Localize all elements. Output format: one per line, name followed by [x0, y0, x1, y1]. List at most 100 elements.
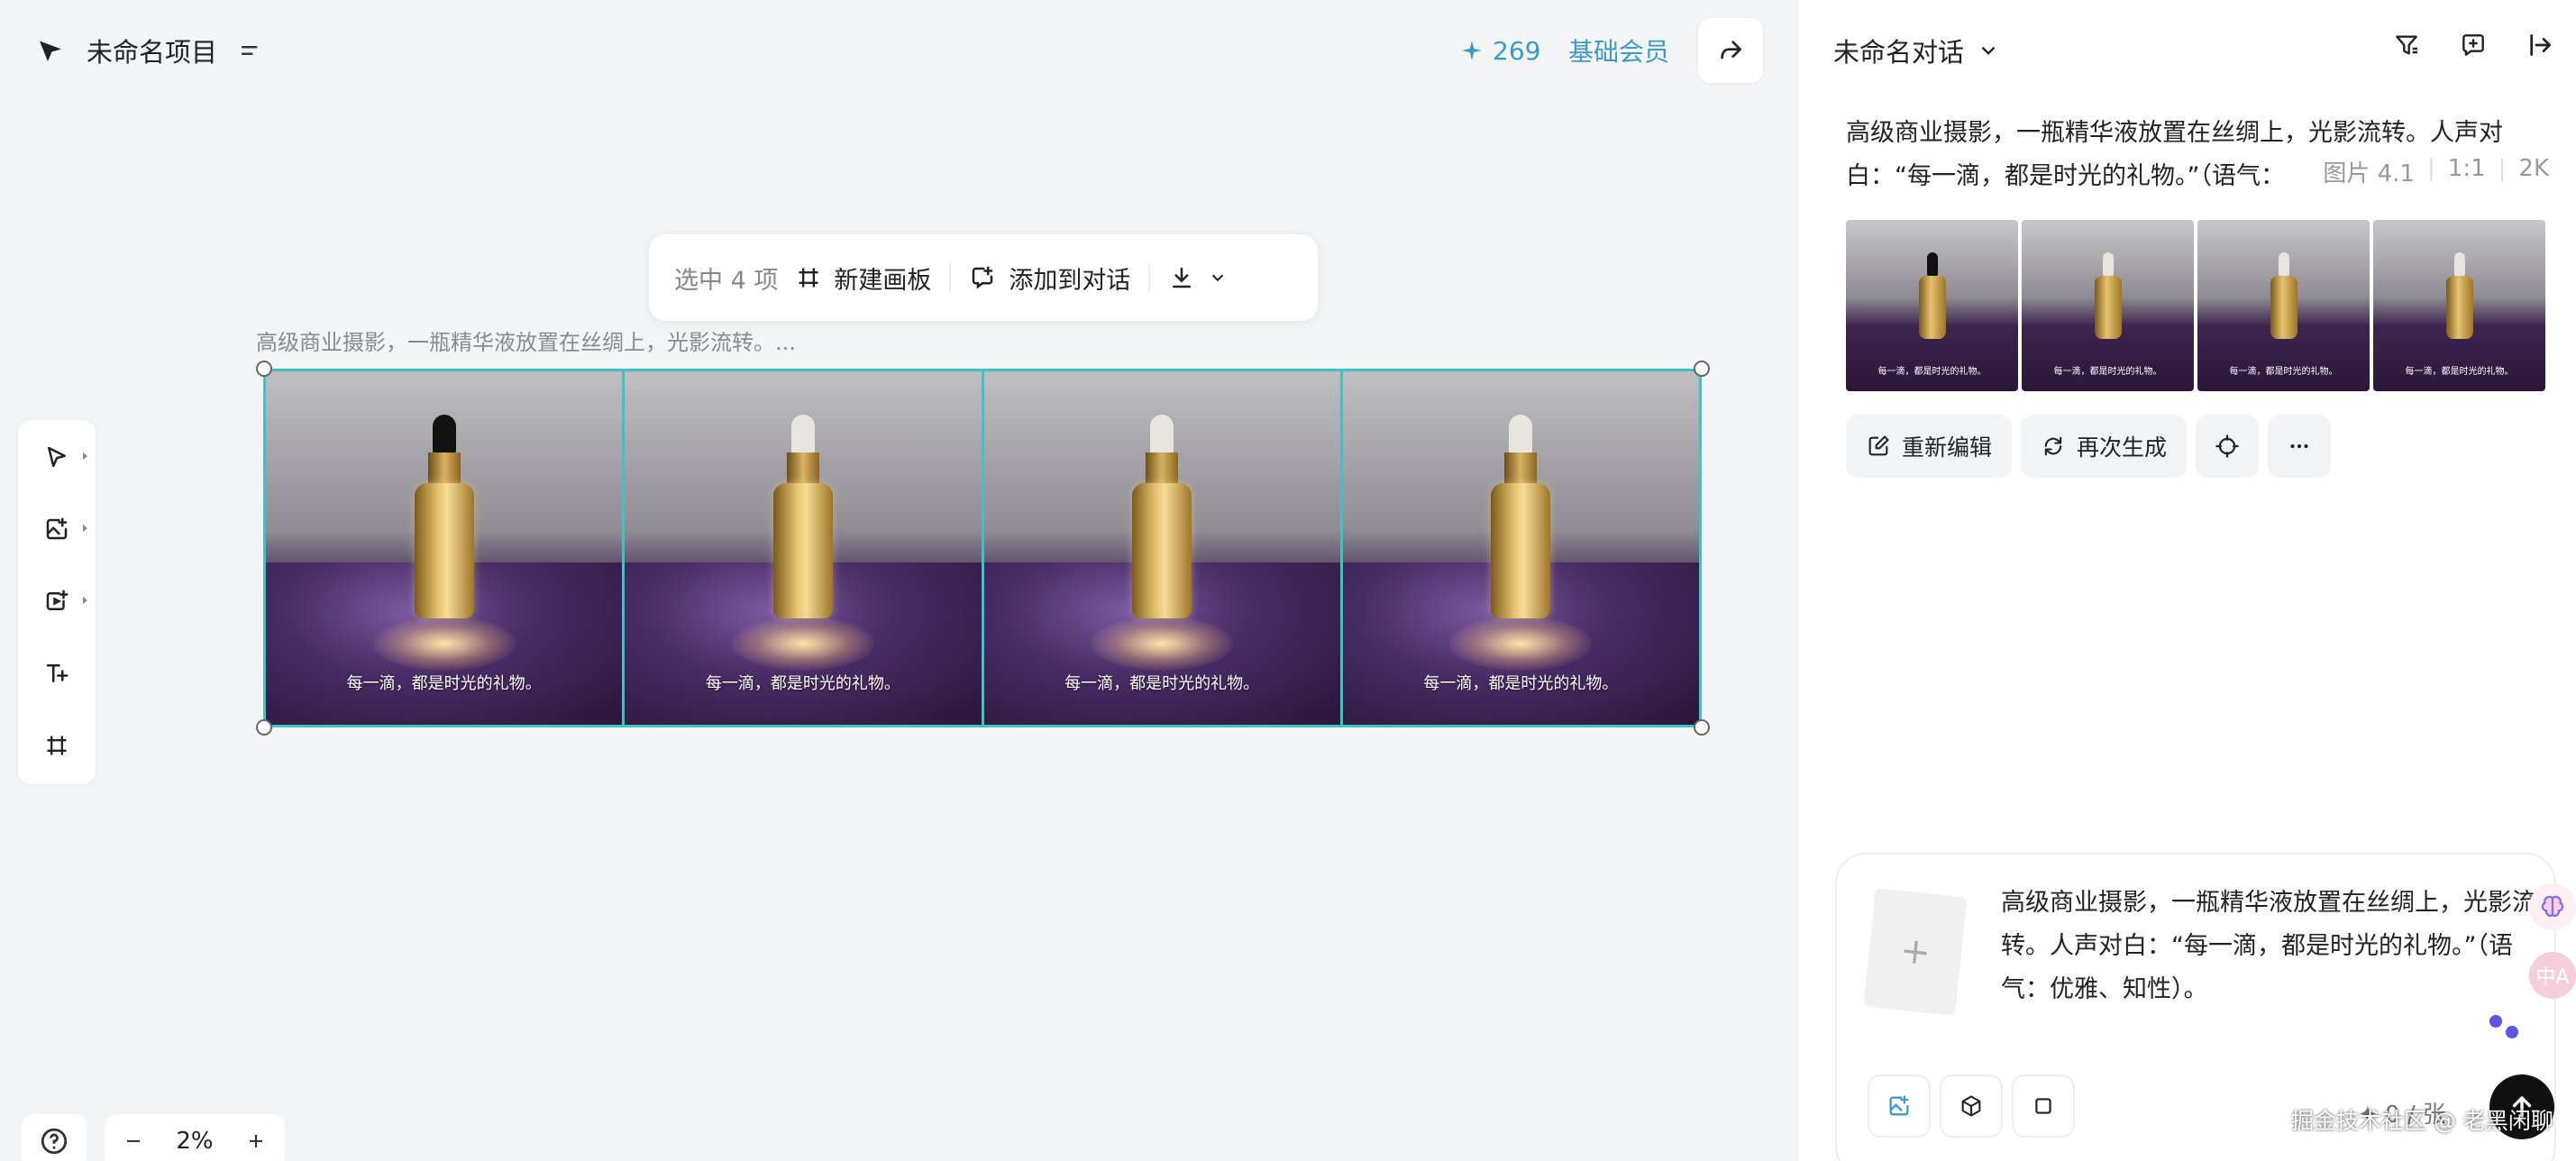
- locate-button[interactable]: [2196, 415, 2260, 478]
- re-edit-button[interactable]: 重新编辑: [1846, 415, 2013, 478]
- image-group[interactable]: 每一滴，都是时光的礼物。 每一滴，都是时光的礼物。 每一滴，都是时光的礼物。 每…: [263, 369, 1702, 727]
- filter-icon[interactable]: [2392, 31, 2421, 59]
- meta-divider: |: [2427, 155, 2435, 182]
- panel-actions: [2392, 31, 2554, 59]
- video-tool[interactable]: [37, 582, 87, 620]
- bottle-neck: [1504, 453, 1538, 483]
- frame-tool[interactable]: [37, 727, 77, 764]
- bottle-neck: [1146, 453, 1179, 483]
- new-chat-icon[interactable]: [2459, 31, 2488, 59]
- brain-icon: [2537, 891, 2568, 922]
- dropper-cap: [2453, 252, 2465, 276]
- zoom-out-icon[interactable]: [123, 1130, 144, 1152]
- new-board-button[interactable]: 新建画板: [796, 261, 931, 296]
- ratio-select-button[interactable]: [2012, 1074, 2075, 1138]
- chevron-down-icon: [1977, 39, 2000, 62]
- dropper-cap: [2102, 252, 2114, 276]
- image-add-icon: [43, 516, 70, 543]
- toolbar-divider: [1148, 262, 1151, 293]
- serum-bottle: [1132, 483, 1192, 618]
- resize-handle-bottom-right[interactable]: [1694, 719, 1710, 736]
- dropper-cap: [790, 415, 815, 454]
- share-button[interactable]: [1698, 18, 1763, 83]
- cube-icon: [1959, 1093, 1984, 1119]
- resolution-label: 2K: [2518, 155, 2549, 182]
- membership-link[interactable]: 基础会员: [1568, 32, 1669, 69]
- thumbnail-text: 每一滴，都是时光的礼物。: [2229, 367, 2338, 377]
- image-tool[interactable]: [37, 510, 87, 548]
- dropper-cap: [1150, 415, 1174, 454]
- caret-icon: [83, 597, 87, 604]
- light-glow: [372, 617, 516, 671]
- collapse-panel-icon[interactable]: [2526, 31, 2554, 59]
- regenerate-button[interactable]: 再次生成: [2021, 415, 2188, 478]
- result-thumbnail[interactable]: 每一滴，都是时光的礼物。: [1846, 220, 2018, 391]
- light-glow: [1449, 617, 1593, 671]
- cursor-icon: [43, 443, 70, 471]
- canvas-image[interactable]: 每一滴，都是时光的礼物。: [1342, 371, 1699, 725]
- canvas-area[interactable]: 未命名项目 269 基础会员 选中 4 项 新建画板 添加到对话 高级商业摄影，…: [0, 0, 1799, 1161]
- sparkle-icon: [1460, 39, 1484, 62]
- download-button[interactable]: [1168, 264, 1228, 291]
- regenerate-label: 再次生成: [2077, 434, 2168, 461]
- canvas-image[interactable]: 每一滴，都是时光的礼物。: [266, 371, 626, 725]
- toolbar-divider: [949, 262, 952, 293]
- translate-float-button[interactable]: 中A: [2529, 952, 2576, 999]
- image-overlay-text: 每一滴，都是时光的礼物。: [705, 674, 900, 693]
- zoom-control: 2%: [105, 1114, 285, 1161]
- attachment-slot[interactable]: +: [1863, 888, 1968, 1016]
- add-to-chat-button[interactable]: 添加到对话: [969, 261, 1130, 296]
- result-thumbnails: 每一滴，都是时光的礼物。 每一滴，都是时光的礼物。 每一滴，都是时光的礼物。 每…: [1846, 220, 2545, 391]
- conversation-title: 未命名对话: [1833, 37, 1965, 68]
- bottle-neck: [786, 453, 819, 483]
- assistant-float-button[interactable]: [2529, 883, 2576, 930]
- logo-icon[interactable]: [34, 34, 67, 67]
- resize-handle-bottom-left[interactable]: [256, 719, 272, 736]
- help-button[interactable]: [22, 1114, 87, 1161]
- chat-panel: 未命名对话 高级商业摄影，一瓶精华液放置在丝绸上，光影流转。人声对白：“每一滴，…: [1799, 0, 2576, 1161]
- menu-icon[interactable]: [237, 37, 264, 64]
- dropper-cap: [2278, 252, 2289, 276]
- image-mode-button[interactable]: [1868, 1074, 1931, 1138]
- serum-bottle: [2094, 276, 2122, 339]
- credits-count: 269: [1493, 35, 1541, 66]
- composer-input[interactable]: 高级商业摄影，一瓶精华液放置在丝绸上，光影流转。人声对白：“每一滴，都是时光的礼…: [2001, 882, 2542, 1011]
- resize-handle-top-right[interactable]: [1694, 361, 1710, 377]
- chevron-down-icon: [1208, 268, 1228, 288]
- project-title[interactable]: 未命名项目: [87, 32, 217, 69]
- thumbnail-text: 每一滴，都是时光的礼物。: [2053, 367, 2162, 377]
- watermark: 掘金技术社区 @ 老黑闲聊: [2291, 1108, 2553, 1134]
- canvas-image[interactable]: 每一滴，都是时光的礼物。: [983, 371, 1343, 725]
- more-button[interactable]: [2268, 415, 2332, 478]
- result-thumbnail[interactable]: 每一滴，都是时光的礼物。: [2197, 220, 2370, 391]
- help-icon: [39, 1126, 69, 1156]
- re-edit-label: 重新编辑: [1902, 434, 1993, 461]
- serum-bottle: [2270, 276, 2297, 339]
- resize-handle-top-left[interactable]: [256, 361, 272, 377]
- result-thumbnail[interactable]: 每一滴，都是时光的礼物。: [2022, 220, 2194, 391]
- conversation-selector[interactable]: 未命名对话: [1833, 31, 2000, 70]
- credits-badge[interactable]: 269: [1460, 32, 1540, 69]
- model-label: 图片 4.1: [2323, 160, 2416, 187]
- caret-icon: [83, 453, 87, 460]
- new-board-label: 新建画板: [834, 266, 932, 295]
- text-tool[interactable]: [37, 654, 77, 692]
- dropper-cap: [1509, 415, 1533, 454]
- image-caption: 高级商业摄影，一瓶精华液放置在丝绸上，光影流转。...: [256, 330, 796, 355]
- serum-bottle: [1491, 483, 1551, 618]
- status-dot: [2506, 1026, 2518, 1038]
- tool-palette: [18, 420, 96, 784]
- image-add-icon: [1886, 1093, 1912, 1119]
- status-dot: [2489, 1015, 2502, 1028]
- canvas-image[interactable]: 每一滴，都是时光的礼物。: [625, 371, 984, 725]
- serum-bottle: [772, 483, 833, 618]
- text-icon: [43, 660, 70, 687]
- frame-icon: [796, 265, 821, 290]
- select-tool[interactable]: [37, 438, 87, 476]
- composer-tools: [1868, 1074, 2075, 1138]
- result-thumbnail[interactable]: 每一滴，都是时光的礼物。: [2373, 220, 2545, 391]
- model-select-button[interactable]: [1940, 1074, 2003, 1138]
- image-overlay-text: 每一滴，都是时光的礼物。: [346, 674, 542, 693]
- zoom-in-icon[interactable]: [245, 1130, 267, 1152]
- dropper-cap: [432, 415, 456, 454]
